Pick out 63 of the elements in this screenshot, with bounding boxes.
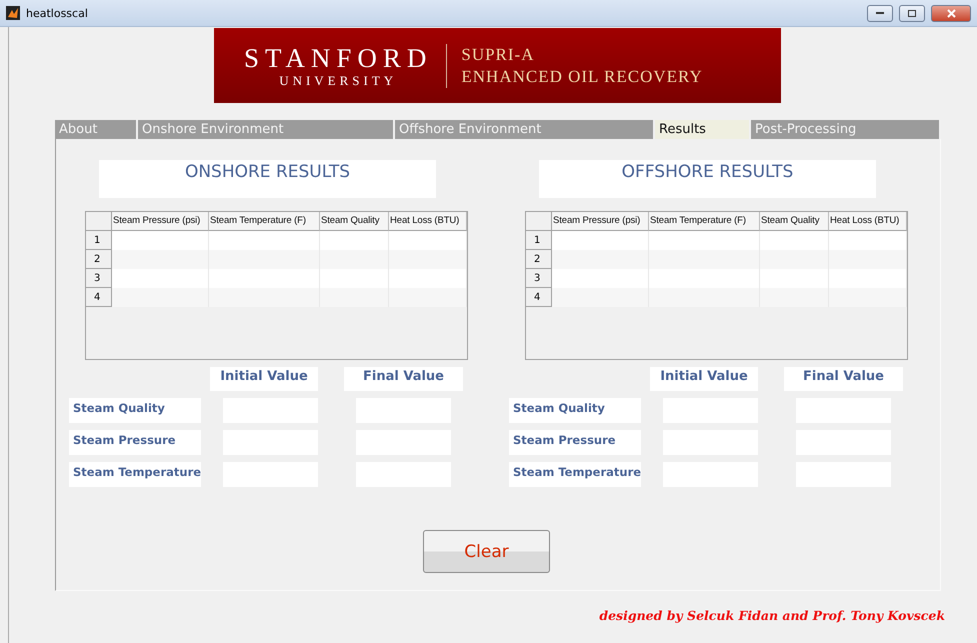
value-label: Steam Temperature [509, 462, 641, 487]
column-header: Heat Loss (BTU) [389, 212, 467, 231]
minimize-button[interactable] [867, 4, 893, 22]
value-label: Steam Temperature [69, 462, 201, 487]
table-cell[interactable] [552, 250, 649, 269]
column-header: Heat Loss (BTU) [829, 212, 907, 231]
table-cell[interactable] [389, 269, 467, 288]
column-header: Steam Quality [320, 212, 389, 231]
minimize-icon [876, 12, 884, 14]
section-title: ONSHORE RESULTS [99, 160, 436, 198]
column-header: Steam Pressure (psi) [552, 212, 649, 231]
banner-department: ENHANCED OIL RECOVERY [461, 66, 703, 88]
column-header: Steam Pressure (psi) [112, 212, 209, 231]
close-icon [946, 8, 956, 18]
column-label: Final Value [784, 367, 903, 391]
banner-program: SUPRI-A [461, 44, 536, 66]
value-label: Steam Quality [509, 398, 641, 423]
row-number: 2 [526, 250, 552, 269]
banner-title: STANFORD [244, 42, 432, 72]
table-cell[interactable] [389, 231, 467, 250]
row-number: 3 [526, 269, 552, 288]
table-cell[interactable] [112, 269, 209, 288]
table-cell[interactable] [829, 250, 907, 269]
table-cell[interactable] [552, 269, 649, 288]
row-number: 2 [86, 250, 112, 269]
section-title: OFFSHORE RESULTS [539, 160, 876, 198]
table-cell[interactable] [112, 231, 209, 250]
credit-text: designed by Selcuk Fidan and Prof. Tony Kovscek [599, 608, 945, 623]
column-header: Steam Temperature (F) [209, 212, 320, 231]
value-label: Steam Pressure [509, 430, 641, 455]
table-cell[interactable] [760, 231, 829, 250]
value-label: Steam Pressure [69, 430, 201, 455]
table-cell[interactable] [389, 250, 467, 269]
banner-subtitle: UNIVERSITY [279, 72, 398, 88]
value-label: Steam Quality [69, 398, 201, 423]
window-title: heatlosscal [26, 6, 89, 20]
table-cell[interactable] [829, 231, 907, 250]
maximize-icon [908, 10, 916, 16]
row-number: 3 [86, 269, 112, 288]
table-cell[interactable] [552, 231, 649, 250]
row-number: 1 [86, 231, 112, 250]
column-label: Initial Value [650, 367, 758, 391]
table-cell[interactable] [112, 288, 209, 307]
tab[interactable]: Results [655, 120, 751, 139]
row-number: 1 [526, 231, 552, 250]
row-number: 4 [86, 288, 112, 307]
table-cell[interactable] [552, 288, 649, 307]
table-cell[interactable] [320, 231, 389, 250]
table-cell[interactable] [649, 231, 760, 250]
table-cell[interactable] [829, 288, 907, 307]
table-cell[interactable] [389, 288, 467, 307]
app-icon [6, 6, 20, 20]
table-cell[interactable] [112, 250, 209, 269]
column-label: Final Value [344, 367, 463, 391]
close-button[interactable] [931, 4, 971, 22]
maximize-button[interactable] [899, 4, 925, 22]
column-label: Initial Value [210, 367, 318, 391]
clear-button[interactable]: Clear [423, 530, 550, 573]
row-number: 4 [526, 288, 552, 307]
column-header: Steam Quality [760, 212, 829, 231]
table-cell[interactable] [829, 269, 907, 288]
column-header: Steam Temperature (F) [649, 212, 760, 231]
table-cell[interactable] [209, 231, 320, 250]
